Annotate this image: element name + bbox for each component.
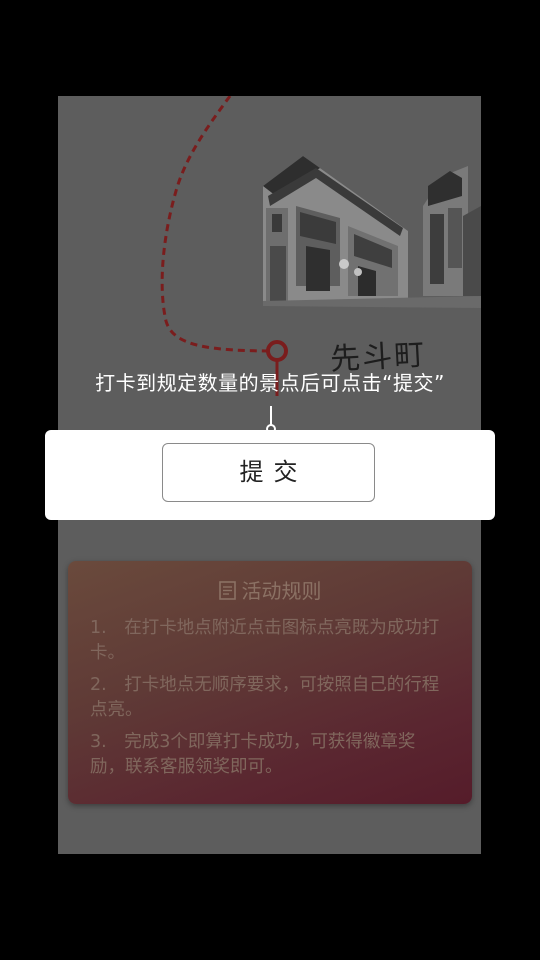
rule-item-3: 3. 完成3个即算打卡成功，可获得徽章奖励，联系客服领奖即可。 (90, 732, 416, 777)
street-sketch (263, 156, 481, 308)
rules-list: 1. 在打卡地点附近点击图标点亮既为成功打卡。 2. 打卡地点无顺序要求，可按照… (90, 616, 446, 787)
rules-card: 活动规则 1. 在打卡地点附近点击图标点亮既为成功打卡。 2. 打卡地点无顺序要… (68, 561, 472, 804)
rules-title: 活动规则 (68, 575, 472, 604)
guide-pointer-line (270, 406, 272, 426)
rule-item-2: 2. 打卡地点无顺序要求，可按照自己的行程点亮。 (90, 675, 440, 720)
screen: 先斗町 活动规则 1. 在打卡地点附近点击图标点亮既为成功打卡。 2. 打卡地点… (0, 0, 540, 960)
route-path (160, 96, 278, 353)
document-icon (218, 581, 236, 600)
rule-item-1: 1. 在打卡地点附近点击图标点亮既为成功打卡。 (90, 618, 440, 663)
submit-button[interactable]: 提交 (162, 443, 375, 502)
rules-title-text: 活动规则 (241, 579, 322, 603)
guide-highlight-box: 提交 (45, 430, 495, 520)
guide-tip-text: 打卡到规定数量的景点后可点击“提交” (95, 371, 445, 395)
